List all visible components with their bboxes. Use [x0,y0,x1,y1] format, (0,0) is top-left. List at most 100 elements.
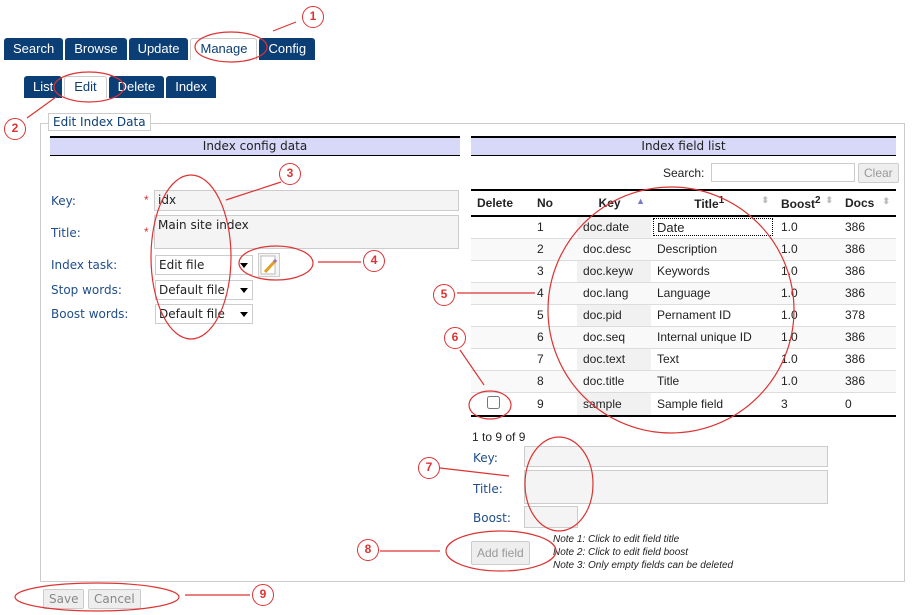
table-row: 3 doc.keyw Keywords 1.0 386 [471,260,896,283]
delete-cell [471,216,531,239]
title-cell[interactable]: Sample field [651,392,775,417]
search-input[interactable] [711,163,855,182]
boost-words-value: Default file [159,307,225,321]
col-title-label: Title [694,197,719,211]
key-cell: doc.seq [577,326,651,349]
no-cell: 9 [531,392,577,417]
boost-cell[interactable]: 1.0 [775,238,839,261]
annotation-number: 6 [444,327,466,349]
main-tabs: Search Browse Update Manage Config [4,38,316,60]
stop-words-select[interactable]: Default file [155,280,253,300]
tab-update[interactable]: Update [128,38,189,60]
delete-checkbox[interactable] [487,395,500,409]
title-cell[interactable]: Pernament ID [651,304,775,327]
boost-cell[interactable]: 3 [775,392,839,417]
annotation-number: 8 [357,539,379,561]
subtab-delete[interactable]: Delete [108,76,165,98]
delete-cell [471,260,531,283]
title-cell[interactable]: Date [651,216,775,239]
clear-button[interactable]: Clear [858,163,899,183]
key-input[interactable]: idx [154,190,459,211]
annotation-number: 3 [279,163,301,185]
title-cell[interactable]: Keywords [651,260,775,283]
tab-config[interactable]: Config [259,38,316,60]
stop-words-label: Stop words: [51,283,122,297]
col-key[interactable]: Key ▲ [577,189,651,217]
delete-cell [471,282,531,305]
chevron-down-icon [240,263,248,268]
chevron-down-icon [240,312,248,317]
new-boost-input[interactable] [524,506,578,528]
index-task-value: Edit file [159,258,205,272]
new-title-textarea[interactable] [524,470,828,504]
boost-cell[interactable]: 1.0 [775,216,839,239]
docs-cell: 386 [839,216,896,239]
subtab-list[interactable]: List [24,76,63,98]
field-list-header: Index field list [471,136,896,156]
docs-cell: 0 [839,392,896,417]
title-label: Title: [51,226,81,240]
col-docs-label: Docs [845,196,875,210]
title-textarea[interactable]: Main site index [154,215,459,249]
boost-cell[interactable]: 1.0 [775,260,839,283]
delete-cell [471,392,531,417]
table-row: 2 doc.desc Description 1.0 386 [471,238,896,261]
title-note-ref: 1 [718,195,725,206]
sort-icon: ⬍ [825,195,833,205]
title-cell[interactable]: Internal unique ID [651,326,775,349]
tab-browse[interactable]: Browse [65,38,127,60]
boost-cell[interactable]: 1.0 [775,304,839,327]
subtab-edit[interactable]: Edit [64,76,107,98]
subtab-index[interactable]: Index [166,76,217,98]
boost-cell[interactable]: 1.0 [775,326,839,349]
key-cell: doc.text [577,348,651,371]
delete-cell [471,348,531,371]
delete-cell [471,304,531,327]
boost-cell[interactable]: 1.0 [775,370,839,393]
new-key-input[interactable] [524,446,828,467]
note-2: Note 2: Click to edit field boost [553,547,689,558]
save-button[interactable]: Save [43,589,85,609]
add-field-button[interactable]: Add field [471,541,530,565]
title-cell[interactable]: Text [651,348,775,371]
new-title-label: Title: [473,482,503,496]
col-no[interactable]: No [531,189,577,217]
docs-cell: 386 [839,238,896,261]
boost-note-ref: 2 [815,195,821,206]
index-task-select[interactable]: Edit file [155,255,253,275]
boost-cell[interactable]: 1.0 [775,282,839,305]
stop-words-value: Default file [159,283,225,297]
title-required-mark: * [144,225,149,239]
boost-words-select[interactable]: Default file [155,304,253,324]
annotation-number: 1 [302,6,324,28]
title-cell[interactable]: Description [651,238,775,261]
delete-cell [471,326,531,349]
no-cell: 5 [531,304,577,327]
col-boost-label: Boost [781,197,815,211]
title-cell[interactable]: Language [651,282,775,305]
docs-cell: 386 [839,370,896,393]
annotation-number: 2 [4,118,26,140]
search-label: Search: [663,166,705,180]
col-docs[interactable]: Docs ⬍ [839,189,896,217]
table-row: 6 doc.seq Internal unique ID 1.0 386 [471,326,896,349]
sort-icon: ⬍ [761,195,769,205]
sub-tabs: List Edit Delete Index [24,76,217,98]
cancel-button[interactable]: Cancel [88,589,141,609]
tab-search[interactable]: Search [4,38,64,60]
delete-cell [471,238,531,261]
table-row: 4 doc.lang Language 1.0 386 [471,282,896,305]
title-cell[interactable]: Title [651,370,775,393]
no-cell: 8 [531,370,577,393]
annotation-number: 7 [418,457,440,479]
key-cell: doc.keyw [577,260,651,283]
sort-asc-icon: ▲ [636,196,645,206]
tab-manage[interactable]: Manage [190,38,258,60]
docs-cell: 386 [839,348,896,371]
col-boost[interactable]: Boost2 ⬍ [775,189,839,217]
col-key-label: Key [598,196,621,210]
boost-cell[interactable]: 1.0 [775,348,839,371]
edit-file-button[interactable] [258,253,280,277]
key-cell: sample [577,392,651,417]
col-title[interactable]: Title1 ⬍ [651,189,775,217]
